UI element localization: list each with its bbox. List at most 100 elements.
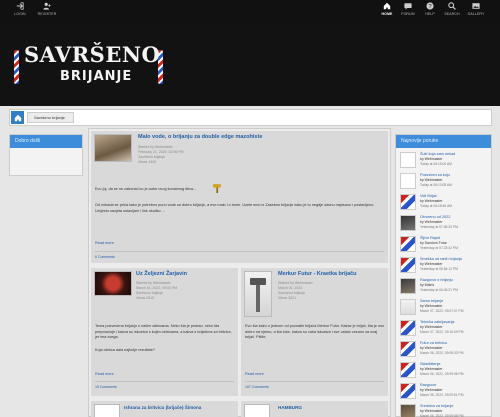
barber-pole-icon: [14, 50, 19, 84]
post-thumbnail[interactable]: [94, 404, 120, 417]
recent-post-item[interactable]: Vidi Brijač by Webmaster Today at 06:18:46…: [400, 193, 490, 215]
breadcrumb-home-button[interactable]: [11, 111, 24, 124]
nav-gallery[interactable]: GALLERY: [464, 2, 488, 16]
recent-post-date: Yesterday at 06:54:12 PM: [420, 267, 458, 271]
recent-post-author: by Webmaster: [420, 178, 443, 182]
recent-post-date: March 07, 2022, 09:07:07 PM: [420, 309, 464, 313]
gallery-icon: [472, 3, 480, 9]
comments-link[interactable]: 15 Comments: [95, 385, 117, 389]
site-logo[interactable]: SAVRŠENO BRIJANJE: [14, 40, 164, 92]
razor-emoji-icon: [213, 184, 221, 193]
recent-post-thumbnail[interactable]: [400, 299, 416, 315]
recent-post-thumbnail[interactable]: [400, 278, 416, 294]
comments-link[interactable]: 107 Comments: [245, 385, 269, 389]
recent-post-item[interactable]: Posvećen za koju by Webmaster Today at 06:…: [400, 172, 490, 194]
nav-search[interactable]: SEARCH: [440, 2, 464, 16]
post-views: Views 3021: [278, 296, 297, 300]
post-thumbnail[interactable]: [94, 134, 132, 162]
site-banner: SAVRŠENO BRIJANJE: [0, 22, 500, 106]
recent-posts-title: Najnovije poruke: [396, 135, 491, 148]
recent-post-thumbnail[interactable]: [400, 362, 416, 378]
featured-post-body: Od nekada se priča kako je potrebno puno…: [95, 203, 375, 213]
featured-comments-link[interactable]: 6 Comments: [95, 255, 115, 259]
recent-post-title[interactable]: Vidi Brijač: [420, 194, 437, 198]
recent-post-item[interactable]: Skladištenje by Webmaster March 06, 2022, …: [400, 361, 490, 383]
post-views: Views 2810: [136, 296, 155, 300]
recent-post-title[interactable]: Smeška od ranih brijanja: [420, 257, 462, 261]
recent-post-item[interactable]: Šljive Rapid by Sandom Futur Yesterday at …: [400, 235, 490, 257]
nav-register[interactable]: REGISTER: [35, 2, 59, 16]
recent-post-item[interactable]: Otvoreno od 2022 by Webmaster Yesterday at…: [400, 214, 490, 236]
recent-post-title[interactable]: Sredstvo za brijanje: [420, 404, 453, 408]
post-thumbnail[interactable]: [94, 271, 132, 296]
recent-post-thumbnail[interactable]: [400, 404, 416, 417]
nav-register-label: REGISTER: [37, 12, 57, 16]
featured-post: Malo vode, o brijanju za double edge maz…: [91, 131, 388, 263]
nav-login[interactable]: LOGIN: [8, 2, 32, 16]
home-icon: [14, 114, 21, 121]
recent-post-thumbnail[interactable]: [400, 194, 416, 210]
recent-post-item[interactable]: Smeška od ranih brijanja by Webmaster Yest…: [400, 256, 490, 278]
home-icon: [383, 2, 391, 10]
recent-post-thumbnail[interactable]: [400, 215, 416, 231]
recent-post-date: March 07, 2022, 09:15:09 PM: [420, 330, 464, 334]
recent-post-item[interactable]: Samo brijanje by Webmaster March 07, 2022,…: [400, 298, 490, 320]
breadcrumb: Savršeno brijanje: [9, 109, 492, 126]
recent-post-title[interactable]: Skladištenje: [420, 362, 440, 366]
nav-home-label: HOME: [381, 12, 393, 16]
post-thumbnail[interactable]: [244, 404, 270, 417]
recent-post-title[interactable]: Šuš! koja sam nekad: [420, 152, 455, 156]
recent-post-author: by Webmaster: [420, 262, 443, 266]
recent-post-date: Today at 06:13:08 AM: [420, 183, 452, 187]
recent-post-thumbnail[interactable]: [400, 320, 416, 336]
recent-post-thumbnail[interactable]: [400, 341, 416, 357]
nav-help[interactable]: ? HELP: [418, 2, 442, 16]
recent-post-item[interactable]: Razgovor by Webmaster March 06, 2022, 09:0…: [400, 382, 490, 404]
nav-forum[interactable]: FORUM: [396, 2, 420, 16]
recent-post-thumbnail[interactable]: [400, 152, 416, 168]
post-thumbnail[interactable]: [244, 271, 272, 317]
post-title[interactable]: Merkur Futur - Kraetka brijaču: [278, 271, 357, 277]
post-body-2: Koja oštrica dala najbolje rezultate?: [95, 348, 155, 352]
recent-post-title[interactable]: Razgovor o brijanju: [420, 278, 453, 282]
search-icon: [448, 2, 456, 10]
recent-post-item[interactable]: Šuš! koja sam nekad by Webmaster Today at …: [400, 151, 490, 173]
recent-post-thumbnail[interactable]: [400, 173, 416, 189]
recent-post-item[interactable]: Sredstvo za brijanje by Webmaster March 06…: [400, 403, 490, 417]
recent-post-title[interactable]: Otvoreno od 2022: [420, 215, 450, 219]
recent-post-item[interactable]: Tehnika zabrijavanja by Webmaster March 07…: [400, 319, 490, 341]
recent-post-title[interactable]: Razgovor: [420, 383, 436, 387]
logo-line-1: SAVRŠENO: [24, 42, 161, 67]
post-title[interactable]: HAMBURG: [278, 405, 302, 410]
main-content: Malo vode, o brijanju za double edge maz…: [88, 128, 391, 417]
recent-post-title[interactable]: Samo brijanje: [420, 299, 443, 303]
recent-post-author: by Webmaster: [420, 304, 443, 308]
recent-post-date: March 06, 2022, 09:08:33 PM: [420, 351, 464, 355]
recent-post-thumbnail[interactable]: [400, 257, 416, 273]
recent-post-title[interactable]: Šljive Rapid: [420, 236, 440, 240]
login-icon: [16, 2, 24, 10]
help-icon: ?: [426, 2, 434, 10]
nav-forum-label: FORUM: [401, 12, 415, 16]
recent-post-author: by Webmaster: [420, 325, 443, 329]
featured-post-title[interactable]: Malo vode, o brijanju za double edge maz…: [138, 134, 262, 140]
post-title[interactable]: Uz Željezni Žarjavin: [136, 271, 187, 277]
read-more-link[interactable]: Read more: [245, 372, 264, 376]
recent-post-item[interactable]: Razgovor o brijanju by Matrix Yesterday at…: [400, 277, 490, 299]
breadcrumb-current[interactable]: Savršeno brijanje: [27, 112, 74, 123]
post-title[interactable]: Ishrana za britvicu (brijače) Šimona: [124, 405, 201, 410]
recent-post-date: March 06, 2022, 09:09:08 PM: [420, 372, 464, 376]
recent-post-title[interactable]: Tehnika zabrijavanja: [420, 320, 454, 324]
register-icon: [43, 2, 51, 10]
recent-post-author: by Webmaster: [420, 367, 443, 371]
recent-post-title[interactable]: Futur za britvicu: [420, 341, 447, 345]
recent-post-thumbnail[interactable]: [400, 236, 416, 252]
recent-post-title[interactable]: Posvećen za koju: [420, 173, 450, 177]
featured-read-more-link[interactable]: Read more: [95, 241, 114, 245]
recent-post-item[interactable]: Futur za britvicu by Webmaster March 06, 2…: [400, 340, 490, 362]
forum-icon: [404, 3, 412, 10]
read-more-link[interactable]: Read more: [95, 372, 114, 376]
nav-gallery-label: GALLERY: [467, 12, 485, 16]
recent-post-thumbnail[interactable]: [400, 383, 416, 399]
recent-posts-panel: Najnovije poruke Šuš! koja sam nekad by W…: [395, 134, 492, 417]
